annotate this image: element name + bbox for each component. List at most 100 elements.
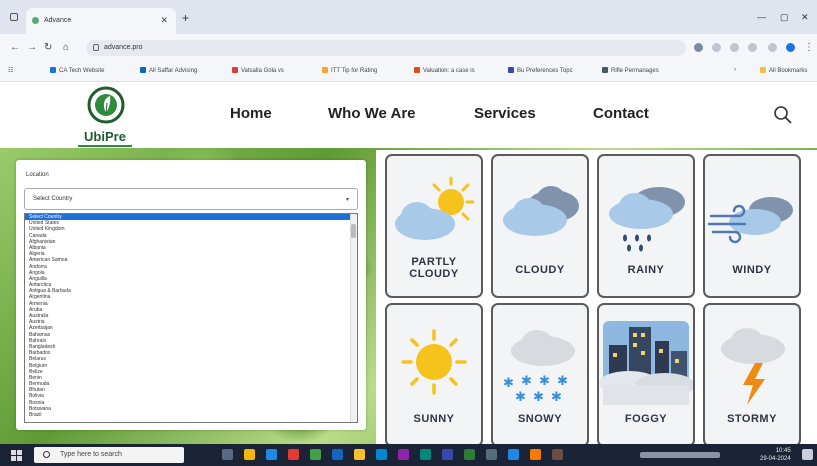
task-view-icon[interactable] xyxy=(222,449,233,460)
back-icon[interactable]: ← xyxy=(10,42,20,53)
country-option[interactable]: Brazil xyxy=(25,412,357,418)
bookmarks-overflow-icon[interactable]: › xyxy=(734,67,736,73)
minimize-icon[interactable]: — xyxy=(757,12,766,22)
svg-text:✱: ✱ xyxy=(503,376,514,391)
tile-label: RAINY xyxy=(627,264,665,276)
home-icon[interactable]: ⌂ xyxy=(63,42,69,53)
bookmarks-bar: ☷ CA Tech Website All Saffar Advising Va… xyxy=(0,62,817,82)
tab-actions-icon[interactable] xyxy=(10,13,18,21)
nav-who-we-are[interactable]: Who We Are xyxy=(328,105,416,122)
extensions-puzzle-icon[interactable] xyxy=(730,43,739,52)
bookmark-item[interactable]: Bu Preferences Topc xyxy=(508,67,573,74)
tile-stormy[interactable]: STORMY xyxy=(703,303,801,447)
windy-icon xyxy=(707,197,793,244)
star-icon[interactable] xyxy=(712,43,721,52)
tile-partly-cloudy[interactable]: PARTLY CLOUDY xyxy=(385,154,483,298)
tile-label: SNOWY xyxy=(517,413,563,425)
listbox-scroll-thumb[interactable] xyxy=(351,224,356,238)
app-icon[interactable] xyxy=(354,449,365,460)
nav-contact[interactable]: Contact xyxy=(593,105,649,122)
nav-services[interactable]: Services xyxy=(474,105,536,122)
browser-tab[interactable]: Advance ✕ xyxy=(26,8,176,34)
stormy-icon xyxy=(721,328,785,405)
snowy-icon: ✱ ✱ ✱ ✱ ✱ ✱ ✱ xyxy=(503,330,575,405)
tile-cloudy[interactable]: CLOUDY xyxy=(491,154,589,298)
svg-text:✱: ✱ xyxy=(521,374,532,389)
clock-date: 29-04-2024 xyxy=(760,456,791,462)
country-label: Location xyxy=(26,172,49,178)
bookmark-item[interactable]: Vatsalla Gola vs xyxy=(232,67,284,74)
app-icon[interactable] xyxy=(376,449,387,460)
edge-icon[interactable] xyxy=(266,449,277,460)
tab-close-icon[interactable]: ✕ xyxy=(160,15,168,26)
listbox-scrollbar[interactable] xyxy=(350,214,357,422)
tile-label: FOGGY xyxy=(624,413,668,425)
search-icon[interactable] xyxy=(772,104,794,126)
notification-icon[interactable] xyxy=(802,449,813,460)
reload-icon[interactable]: ↻ xyxy=(44,42,52,53)
browser-menu-icon[interactable]: ⋮ xyxy=(804,42,814,53)
svg-text:✱: ✱ xyxy=(551,390,562,405)
browser-toolbar: ← → ↻ ⌂ advance.pro ⋮ xyxy=(0,34,817,62)
tile-snowy[interactable]: ✱ ✱ ✱ ✱ ✱ ✱ ✱ SNOWY xyxy=(491,303,589,447)
app-icon[interactable] xyxy=(332,449,343,460)
logo-underline xyxy=(78,145,132,147)
app-icon[interactable] xyxy=(530,449,541,460)
nav-home[interactable]: Home xyxy=(230,105,272,122)
logo-text: UbiPre xyxy=(84,129,126,144)
browser-tab-bar: Advance ✕ + — ▢ ✕ xyxy=(0,0,817,34)
app-icon[interactable] xyxy=(442,449,453,460)
profile-avatar-icon[interactable] xyxy=(786,43,795,52)
country-select[interactable]: Select Country ▾ xyxy=(24,188,358,210)
tile-label: WINDY xyxy=(732,264,772,276)
clock-time: 10:45 xyxy=(775,448,791,454)
app-icon[interactable] xyxy=(464,449,475,460)
app-icon[interactable] xyxy=(310,449,321,460)
windows-taskbar: Type here to search 10:45 29-04-2024 xyxy=(0,444,817,466)
bookmark-folder-all[interactable]: All Bookmarks xyxy=(760,67,807,74)
app-icon[interactable] xyxy=(288,449,299,460)
tile-sunny[interactable]: SUNNY xyxy=(385,303,483,447)
app-icon[interactable] xyxy=(398,449,409,460)
country-listbox[interactable]: Select Country United States United Kingdo… xyxy=(24,213,358,423)
hero-section: Location Select Country ▾ Select Country… xyxy=(0,148,817,447)
file-explorer-icon[interactable] xyxy=(244,449,255,460)
app-icon[interactable] xyxy=(552,449,563,460)
chevron-down-icon: ▾ xyxy=(345,197,349,203)
tab-favicon-icon xyxy=(32,17,39,24)
svg-text:✱: ✱ xyxy=(557,374,568,389)
tile-label: SUNNY xyxy=(413,413,455,425)
new-tab-icon[interactable]: + xyxy=(182,11,189,25)
window-close-icon[interactable]: ✕ xyxy=(801,12,809,23)
tile-foggy[interactable]: FOGGY xyxy=(597,303,695,447)
tile-label: CLOUDY xyxy=(515,264,565,276)
tile-rainy[interactable]: RAINY xyxy=(597,154,695,298)
extension-icon[interactable] xyxy=(694,43,703,52)
app-icon[interactable] xyxy=(508,449,519,460)
svg-text:✱: ✱ xyxy=(533,390,544,405)
tile-windy[interactable]: WINDY xyxy=(703,154,801,298)
search-icon xyxy=(43,451,50,458)
sidepanel-icon[interactable] xyxy=(748,43,757,52)
apps-icon[interactable]: ☷ xyxy=(8,67,13,74)
app-icon[interactable] xyxy=(420,449,431,460)
lock-icon xyxy=(93,44,99,51)
bookmark-item[interactable]: All Saffar Advising xyxy=(140,67,197,74)
foggy-icon xyxy=(599,321,693,405)
download-icon[interactable] xyxy=(768,43,777,52)
site-logo[interactable]: UbiPre xyxy=(72,85,142,147)
forward-icon[interactable]: → xyxy=(27,42,37,53)
system-tray-icons[interactable] xyxy=(640,452,720,458)
maximize-icon[interactable]: ▢ xyxy=(780,12,789,23)
bookmark-item[interactable]: Rifle Permanages xyxy=(602,67,659,74)
app-icon[interactable] xyxy=(486,449,497,460)
bookmark-item[interactable]: Valuation: a case is xyxy=(414,67,475,74)
taskbar-clock[interactable]: 10:45 29-04-2024 xyxy=(760,447,791,463)
taskbar-search[interactable]: Type here to search xyxy=(34,447,184,463)
windows-start-icon[interactable] xyxy=(11,450,22,461)
tile-label: STORMY xyxy=(727,413,777,425)
sunny-icon xyxy=(401,329,467,395)
bookmark-item[interactable]: ITT Tip for Rating xyxy=(322,67,377,74)
address-bar[interactable]: advance.pro xyxy=(86,40,686,56)
bookmark-item[interactable]: CA Tech Website xyxy=(50,67,104,74)
